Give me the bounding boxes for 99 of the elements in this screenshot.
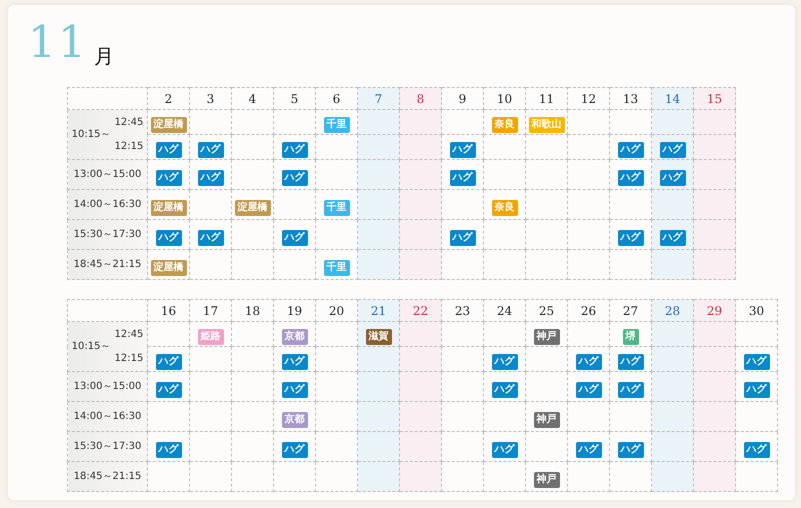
- day-header: 17: [202, 304, 218, 318]
- event-tag: ハグ: [618, 382, 644, 398]
- time-label: 13:00～15:00: [74, 381, 142, 392]
- event-tag: 奈良: [492, 117, 518, 133]
- event-tag: 淀屋橋: [150, 260, 186, 276]
- event-tag: ハグ: [282, 230, 308, 246]
- event-tag: 和歌山: [528, 117, 564, 133]
- event-tag: ハグ: [576, 442, 602, 458]
- time-label: 12:45: [114, 116, 144, 130]
- event-tag: ハグ: [660, 170, 686, 186]
- event-tag: ハグ: [198, 230, 224, 246]
- day-header: 15: [706, 92, 722, 106]
- event-tag: ハグ: [492, 354, 518, 370]
- event-tag: 奈良: [492, 200, 518, 216]
- event-tag: 神戸: [534, 472, 560, 488]
- event-tag: 神戸: [534, 329, 560, 345]
- day-header: 10: [496, 92, 512, 106]
- event-tag: ハグ: [450, 170, 476, 186]
- event-tag: ハグ: [744, 354, 770, 370]
- event-tag: 京都: [282, 329, 308, 345]
- time-label: 12:15: [114, 352, 144, 366]
- event-tag: 京都: [282, 412, 308, 428]
- day-header: 20: [328, 304, 344, 318]
- day-header: 14: [664, 92, 680, 106]
- time-label: 13:00～15:00: [74, 169, 142, 180]
- day-header: 19: [286, 304, 302, 318]
- event-tag: ハグ: [618, 230, 644, 246]
- event-tag: ハグ: [156, 382, 182, 398]
- event-tag: ハグ: [282, 142, 308, 158]
- time-label: 10:15～: [72, 128, 110, 142]
- time-label: 15:30～17:30: [74, 441, 142, 452]
- day-header: 23: [454, 304, 470, 318]
- day-header: 5: [290, 92, 298, 106]
- event-tag: ハグ: [744, 442, 770, 458]
- day-header: 25: [538, 304, 554, 318]
- day-header: 12: [580, 92, 596, 106]
- time-label: 18:45～21:15: [74, 471, 142, 482]
- day-header: 2: [164, 92, 172, 106]
- day-header: 6: [332, 92, 340, 106]
- day-header: 26: [580, 304, 596, 318]
- day-header: 8: [416, 92, 424, 106]
- day-header: 13: [622, 92, 638, 106]
- event-tag: 淀屋橋: [234, 200, 270, 216]
- day-header: 7: [374, 92, 382, 106]
- event-tag: ハグ: [492, 442, 518, 458]
- event-tag: ハグ: [660, 230, 686, 246]
- time-label: 12:45: [114, 328, 144, 342]
- day-header: 18: [244, 304, 260, 318]
- event-tag: 千里: [324, 260, 350, 276]
- event-tag: ハグ: [576, 382, 602, 398]
- event-tag: 千里: [324, 200, 350, 216]
- event-tag: ハグ: [282, 354, 308, 370]
- day-header: 27: [622, 304, 638, 318]
- time-label: 14:00～16:30: [74, 199, 142, 210]
- event-tag: 堺: [622, 329, 638, 345]
- event-tag: ハグ: [450, 230, 476, 246]
- event-tag: ハグ: [198, 170, 224, 186]
- day-header: 11: [538, 92, 554, 106]
- event-tag: ハグ: [198, 142, 224, 158]
- event-tag: 淀屋橋: [150, 117, 186, 133]
- day-header: 3: [206, 92, 214, 106]
- event-tag: ハグ: [156, 354, 182, 370]
- event-tag: 滋賀: [366, 329, 392, 345]
- day-header: 28: [664, 304, 680, 318]
- event-tag: 神戸: [534, 412, 560, 428]
- day-header: 22: [412, 304, 428, 318]
- month-number: 11: [28, 21, 88, 65]
- event-tag: ハグ: [156, 142, 182, 158]
- event-tag: 千里: [324, 117, 350, 133]
- time-label: 10:15～: [72, 340, 110, 354]
- event-tag: ハグ: [282, 382, 308, 398]
- event-tag: ハグ: [156, 170, 182, 186]
- event-tag: ハグ: [618, 442, 644, 458]
- day-header: 9: [458, 92, 466, 106]
- time-label: 14:00～16:30: [74, 411, 142, 422]
- day-header: 24: [496, 304, 512, 318]
- day-header: 4: [248, 92, 256, 106]
- day-header: 30: [748, 304, 764, 318]
- event-tag: ハグ: [156, 230, 182, 246]
- event-tag: ハグ: [576, 354, 602, 370]
- event-tag: ハグ: [450, 142, 476, 158]
- month-label: 月: [94, 43, 114, 70]
- event-tag: ハグ: [744, 382, 770, 398]
- event-tag: ハグ: [618, 170, 644, 186]
- event-tag: ハグ: [618, 354, 644, 370]
- day-header: 21: [370, 304, 386, 318]
- event-tag: 姫路: [198, 329, 224, 345]
- time-label: 15:30～17:30: [74, 229, 142, 240]
- time-label: 18:45～21:15: [74, 259, 142, 270]
- event-tag: ハグ: [282, 442, 308, 458]
- event-tag: ハグ: [660, 142, 686, 158]
- event-tag: ハグ: [492, 382, 518, 398]
- time-label: 12:15: [114, 140, 144, 154]
- event-tag: 淀屋橋: [150, 200, 186, 216]
- day-header: 29: [706, 304, 722, 318]
- day-header: 16: [160, 304, 176, 318]
- event-tag: ハグ: [618, 142, 644, 158]
- event-tag: ハグ: [156, 442, 182, 458]
- event-tag: ハグ: [282, 170, 308, 186]
